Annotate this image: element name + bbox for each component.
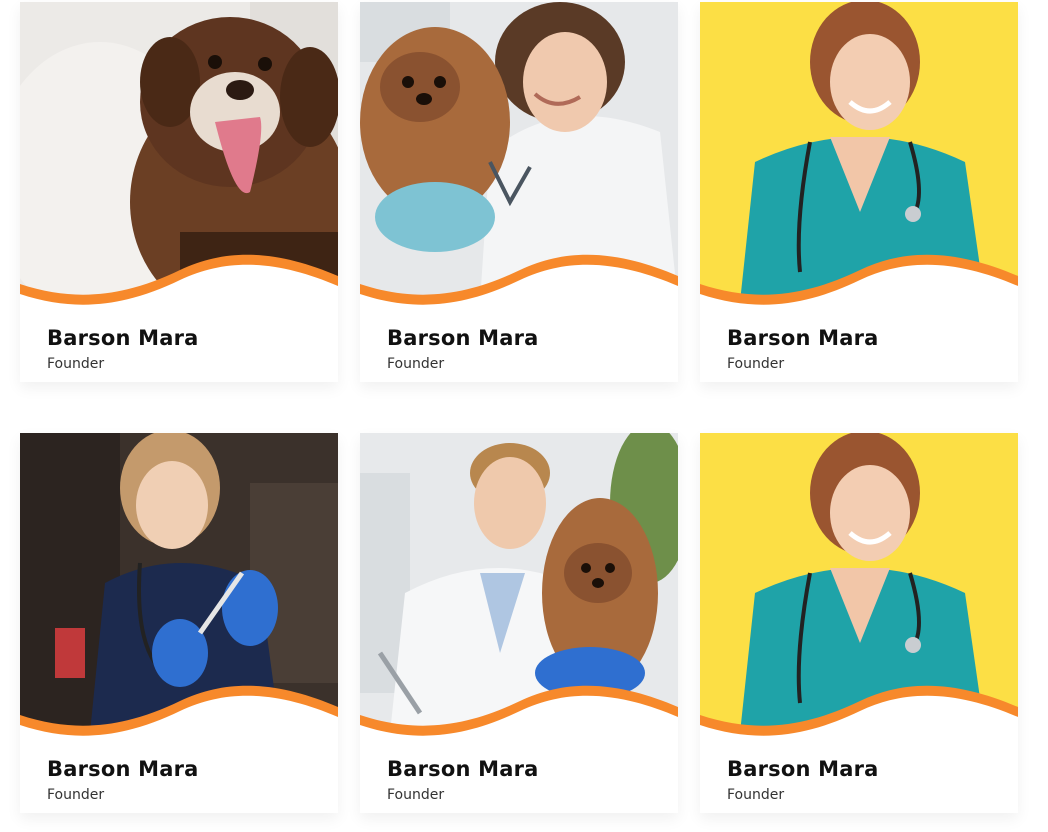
orange-wave-divider — [700, 254, 1018, 310]
member-role: Founder — [47, 787, 105, 803]
orange-wave-divider — [360, 685, 678, 741]
member-name: Barson Mara — [727, 757, 879, 781]
member-role: Founder — [47, 356, 105, 372]
team-card[interactable]: Barson Mara Founder — [360, 433, 678, 813]
member-name: Barson Mara — [727, 326, 879, 350]
member-info: Barson Mara Founder — [387, 755, 539, 804]
orange-wave-divider — [700, 685, 1018, 741]
member-info: Barson Mara Founder — [47, 324, 199, 373]
team-card[interactable]: Barson Mara Founder — [700, 433, 1018, 813]
team-card[interactable]: Barson Mara Founder — [700, 2, 1018, 382]
team-card[interactable]: Barson Mara Founder — [20, 2, 338, 382]
orange-wave-divider — [360, 254, 678, 310]
member-name: Barson Mara — [387, 757, 539, 781]
member-name: Barson Mara — [47, 757, 199, 781]
member-info: Barson Mara Founder — [387, 324, 539, 373]
member-role: Founder — [387, 356, 445, 372]
member-info: Barson Mara Founder — [727, 755, 879, 804]
member-name: Barson Mara — [387, 326, 539, 350]
member-info: Barson Mara Founder — [47, 755, 199, 804]
team-grid: Barson Mara Founder Barson Mara Founder … — [0, 0, 1048, 832]
orange-wave-divider — [20, 254, 338, 310]
team-card[interactable]: Barson Mara Founder — [360, 2, 678, 382]
team-card[interactable]: Barson Mara Founder — [20, 433, 338, 813]
member-role: Founder — [727, 787, 785, 803]
member-role: Founder — [387, 787, 445, 803]
member-role: Founder — [727, 356, 785, 372]
orange-wave-divider — [20, 685, 338, 741]
member-name: Barson Mara — [47, 326, 199, 350]
member-info: Barson Mara Founder — [727, 324, 879, 373]
